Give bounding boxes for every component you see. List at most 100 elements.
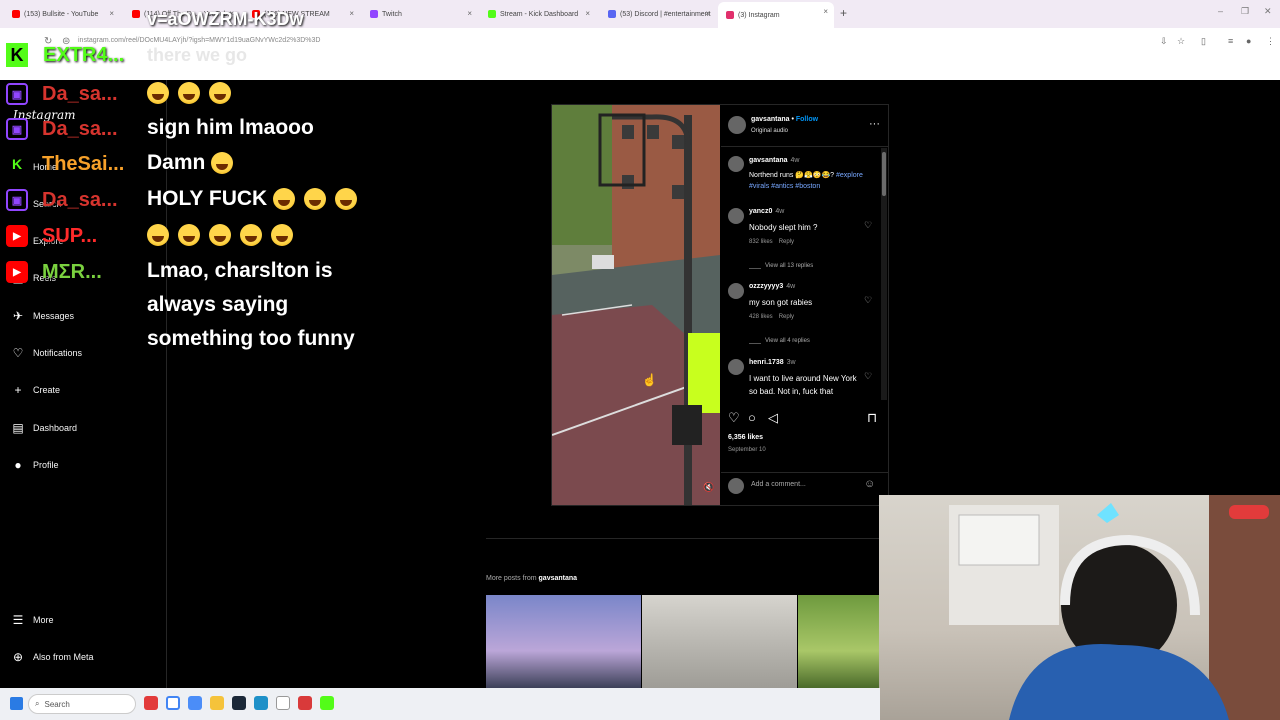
app-icon[interactable] [276, 696, 290, 710]
browser-tab[interactable]: Twitch × [362, 4, 478, 24]
chat-row: ▶ SUP... [6, 221, 97, 251]
twitch-platform-icon: ▣ [6, 118, 28, 140]
mute-icon[interactable]: 🔇 [703, 482, 714, 493]
chat-username: SUP... [42, 224, 98, 247]
reply-button[interactable]: Reply [779, 314, 794, 320]
windows-start-icon[interactable] [10, 697, 23, 710]
minimize-button[interactable]: – [1218, 6, 1223, 16]
laughing-emoji-icon [209, 224, 231, 247]
steam-icon[interactable] [232, 696, 246, 710]
close-tab-icon[interactable]: × [349, 9, 354, 18]
sidebar-item-label: Profile [33, 460, 59, 470]
author-avatar[interactable] [728, 116, 746, 134]
chat-message-text: HOLY FUCK [147, 187, 268, 210]
more-post-thumbnail[interactable] [798, 595, 880, 688]
browser-tab[interactable]: (3) Instagram × [718, 2, 834, 28]
caption-avatar[interactable] [728, 156, 744, 172]
comment-likes[interactable]: 428 likes [749, 314, 773, 320]
more-post-thumbnail[interactable] [642, 595, 797, 688]
chat-username: Da_sa... [42, 188, 118, 211]
kick-app-icon[interactable] [320, 696, 334, 710]
close-tab-icon[interactable]: × [467, 9, 472, 18]
app-icon[interactable] [188, 696, 202, 710]
sidebar-item-notifications[interactable]: ♡ Notifications [12, 343, 82, 363]
sidebar-item-messages[interactable]: ✈ Messages [12, 306, 74, 326]
extensions-icon[interactable]: ≡ [1228, 36, 1233, 46]
bookmark-star-icon[interactable]: ☆ [1177, 36, 1185, 47]
save-bookmark-icon[interactable]: ⊓ [867, 410, 877, 426]
comment-avatar[interactable] [728, 359, 744, 375]
comment-username[interactable]: yancz0 [749, 208, 772, 215]
post-username[interactable]: gavsantana [751, 116, 790, 123]
close-window-button[interactable]: ✕ [1264, 6, 1272, 17]
maximize-button[interactable]: ❐ [1241, 6, 1249, 17]
profile-avatar-icon[interactable]: ● [1246, 36, 1251, 46]
share-icon[interactable]: ◁ [768, 410, 778, 426]
close-tab-icon[interactable]: × [823, 7, 828, 16]
like-icon[interactable]: ♡ [728, 410, 740, 426]
browser-menu-icon[interactable]: ⋮ [1266, 36, 1275, 47]
sidebar-item-also-from-meta[interactable]: ⊕ Also from Meta [12, 647, 94, 667]
heart-icon: ♡ [12, 346, 24, 360]
app-icon[interactable] [298, 696, 312, 710]
comment-avatar[interactable] [728, 208, 744, 224]
close-tab-icon[interactable]: × [705, 9, 710, 18]
follow-button[interactable]: Follow [796, 116, 818, 123]
webcam-feed [879, 495, 1280, 720]
chat-message-text: Damn [147, 151, 206, 174]
likes-count[interactable]: 6,356 likes [728, 434, 763, 441]
view-replies-button[interactable]: View all 4 replies [765, 338, 810, 344]
split-icon[interactable]: ▯ [1201, 36, 1206, 47]
comments-scroll-thumb[interactable] [882, 152, 886, 196]
sidebar-item-label: Create [33, 385, 61, 395]
more-post-thumbnail[interactable] [486, 595, 641, 688]
folder-icon[interactable] [210, 696, 224, 710]
youtube-platform-icon: ▶ [6, 225, 28, 247]
chat-row: ▣ Da_sa... [6, 114, 118, 144]
browser-tab[interactable]: Stream - Kick Dashboard × [480, 4, 596, 24]
sidebar-item-more[interactable]: ☰ More [12, 610, 54, 630]
comment-icon[interactable]: ○ [748, 410, 756, 425]
chat-message-text: Lmao, charslton is [147, 259, 333, 282]
reply-button[interactable]: Reply [779, 239, 794, 245]
reel-video[interactable] [552, 105, 720, 505]
comment-text: I want to live around New York so bad. N… [749, 374, 857, 396]
sidebar-item-dashboard[interactable]: ▤ Dashboard [12, 418, 77, 438]
caption-username[interactable]: gavsantana [749, 157, 788, 164]
more-posts-heading: More posts from gavsantana [486, 575, 577, 582]
post-username-row: gavsantana • Follow [751, 116, 819, 123]
sidebar-item-profile[interactable]: ● Profile [12, 455, 59, 475]
comment-username[interactable]: henri.1738 [749, 359, 784, 366]
emoji-icon[interactable]: ☺ [864, 478, 875, 490]
webcam-frame [949, 495, 1280, 720]
comment-time: 3w [786, 359, 796, 366]
comment-username[interactable]: ozzzyyyy3 [749, 283, 783, 290]
browser-tab[interactable]: (153) Bullsite - YouTube × [4, 4, 120, 24]
add-comment-input[interactable]: Add a comment... [751, 481, 806, 488]
audio-label[interactable]: Original audio [751, 128, 788, 134]
comment-like-icon[interactable]: ♡ [864, 295, 872, 306]
install-icon[interactable]: ⇩ [1160, 36, 1168, 47]
new-tab-button[interactable]: + [840, 6, 847, 20]
caption-username-row: gavsantana 4w [749, 157, 799, 164]
edge-icon[interactable] [254, 696, 268, 710]
app-icon[interactable] [144, 696, 158, 710]
taskbar-search[interactable]: ⌕ Search [28, 694, 136, 714]
view-replies-button[interactable]: View all 13 replies [765, 263, 813, 269]
caption-text: Northend runs 🤔😤😳😂? [749, 172, 835, 179]
comment-avatar[interactable] [728, 283, 744, 299]
close-tab-icon[interactable]: × [109, 9, 114, 18]
comment-like-icon[interactable]: ♡ [864, 220, 872, 231]
overlay-video-code: v=aOWZRM-K3Dw [147, 9, 304, 29]
more-posts-user[interactable]: gavsantana [539, 575, 578, 582]
close-tab-icon[interactable]: × [585, 9, 590, 18]
browser-tab[interactable]: (53) Discord | #entertainment × [600, 4, 716, 24]
more-options-icon[interactable]: ··· [869, 118, 880, 130]
url-input[interactable]: instagram.com/reel/DOcMU4LAYjh/?igsh=MWY… [78, 37, 320, 44]
chrome-icon[interactable] [166, 696, 180, 710]
sidebar-item-create[interactable]: + Create [12, 380, 60, 400]
post-date: September 10 [728, 447, 766, 453]
add-comment-divider [721, 472, 888, 473]
comment-like-icon[interactable]: ♡ [864, 371, 872, 382]
comment-likes[interactable]: 832 likes [749, 239, 773, 245]
